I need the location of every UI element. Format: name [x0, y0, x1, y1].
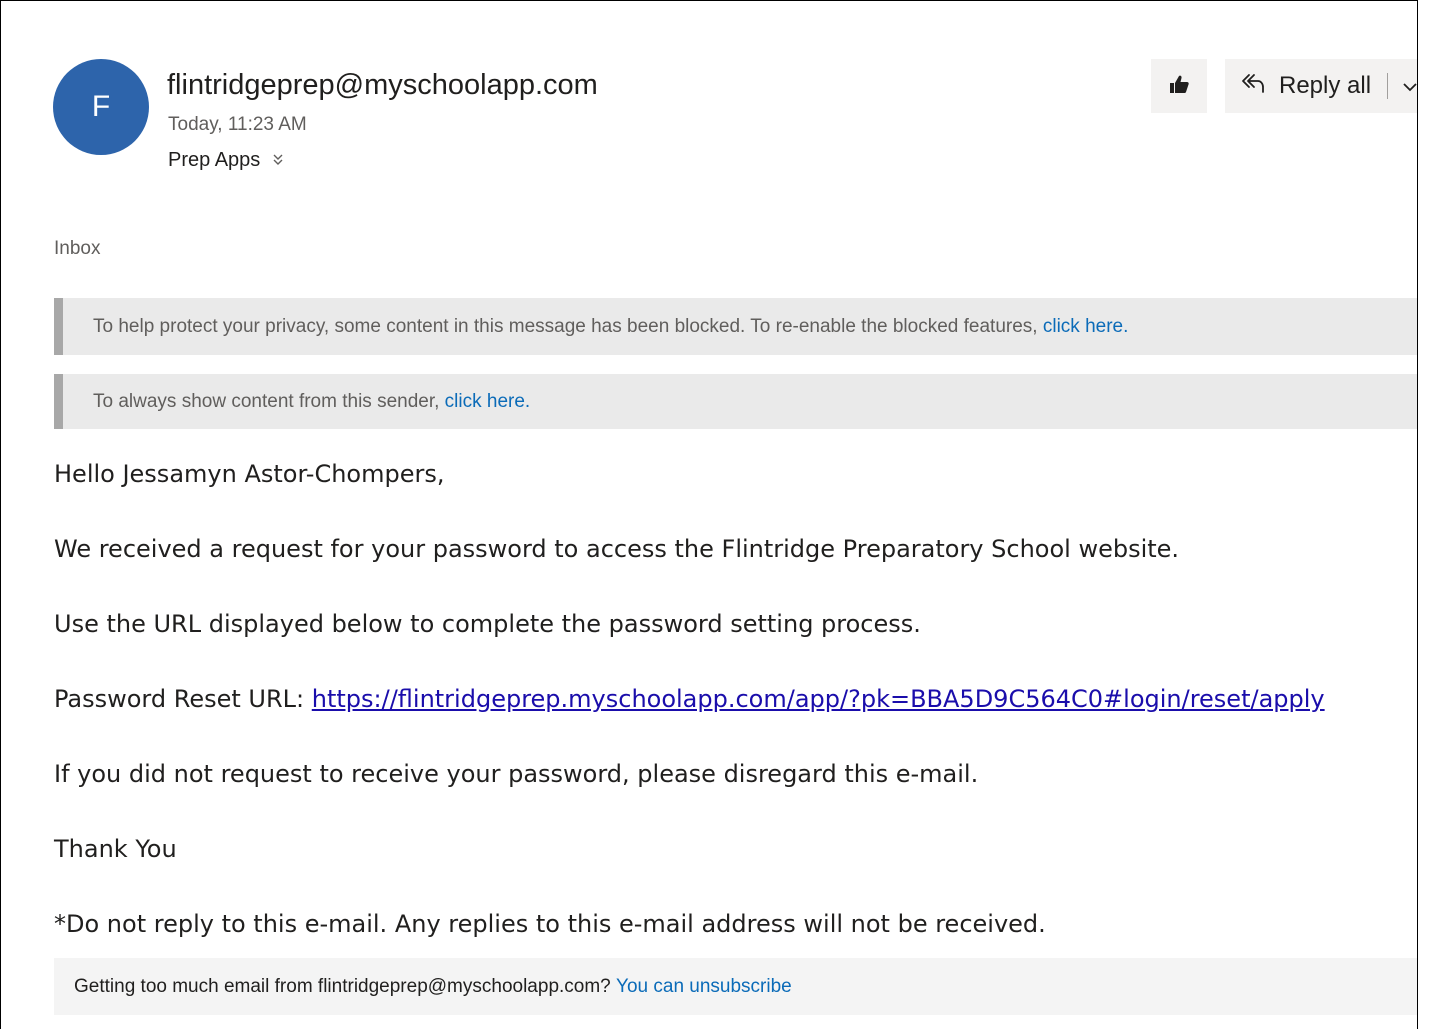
reset-url-line: Password Reset URL: https://flintridgepr… — [54, 679, 1414, 754]
body-line: Use the URL displayed below to complete … — [54, 610, 921, 638]
blocked-content-notice: To help protect your privacy, some conte… — [54, 298, 1417, 355]
chevron-down-icon[interactable] — [1402, 72, 1417, 100]
unsubscribe-link[interactable]: You can unsubscribe — [616, 976, 792, 998]
body-line: We received a request for your password … — [54, 535, 1180, 563]
reading-pane: F flintridgeprep@myschoolapp.com Today, … — [0, 0, 1418, 1029]
password-reset-link[interactable]: https://flintridgeprep.myschoolapp.com/a… — [312, 685, 1325, 713]
enable-blocked-link[interactable]: click here. — [1043, 316, 1129, 338]
button-divider — [1387, 73, 1389, 99]
greeting: Hello Jessamyn Astor-Chompers, — [54, 460, 445, 488]
like-button[interactable] — [1151, 59, 1207, 113]
folder-label[interactable]: Inbox — [54, 238, 100, 260]
avatar[interactable]: F — [53, 59, 149, 155]
recipient-name[interactable]: Prep Apps — [168, 149, 260, 172]
closing: Thank You — [54, 835, 177, 863]
message-timestamp: Today, 11:23 AM — [168, 114, 307, 135]
blocked-content-text: To help protect your privacy, some conte… — [93, 315, 1038, 337]
unsubscribe-text: Getting too much email from flintridgepr… — [74, 975, 611, 997]
show-sender-link[interactable]: click here. — [445, 391, 531, 413]
body-line: If you did not request to receive your p… — [54, 760, 979, 788]
message-body: Hello Jessamyn Astor-Chompers, We receiv… — [54, 454, 1414, 979]
show-sender-content-notice: To always show content from this sender,… — [54, 374, 1417, 429]
message-header: F flintridgeprep@myschoolapp.com Today, … — [53, 59, 1417, 189]
expand-recipients-icon[interactable] — [272, 153, 284, 169]
reset-url-label: Password Reset URL: — [54, 685, 305, 713]
show-sender-text: To always show content from this sender, — [93, 390, 440, 412]
thumbs-up-icon — [1168, 74, 1190, 99]
reply-all-icon — [1241, 72, 1265, 101]
sender-address[interactable]: flintridgeprep@myschoolapp.com — [167, 69, 598, 102]
reply-all-button[interactable]: Reply all — [1225, 59, 1417, 113]
unsubscribe-bar: Getting too much email from flintridgepr… — [54, 958, 1417, 1015]
reply-all-label: Reply all — [1279, 72, 1372, 99]
recipient-line[interactable]: Prep Apps — [168, 149, 284, 172]
